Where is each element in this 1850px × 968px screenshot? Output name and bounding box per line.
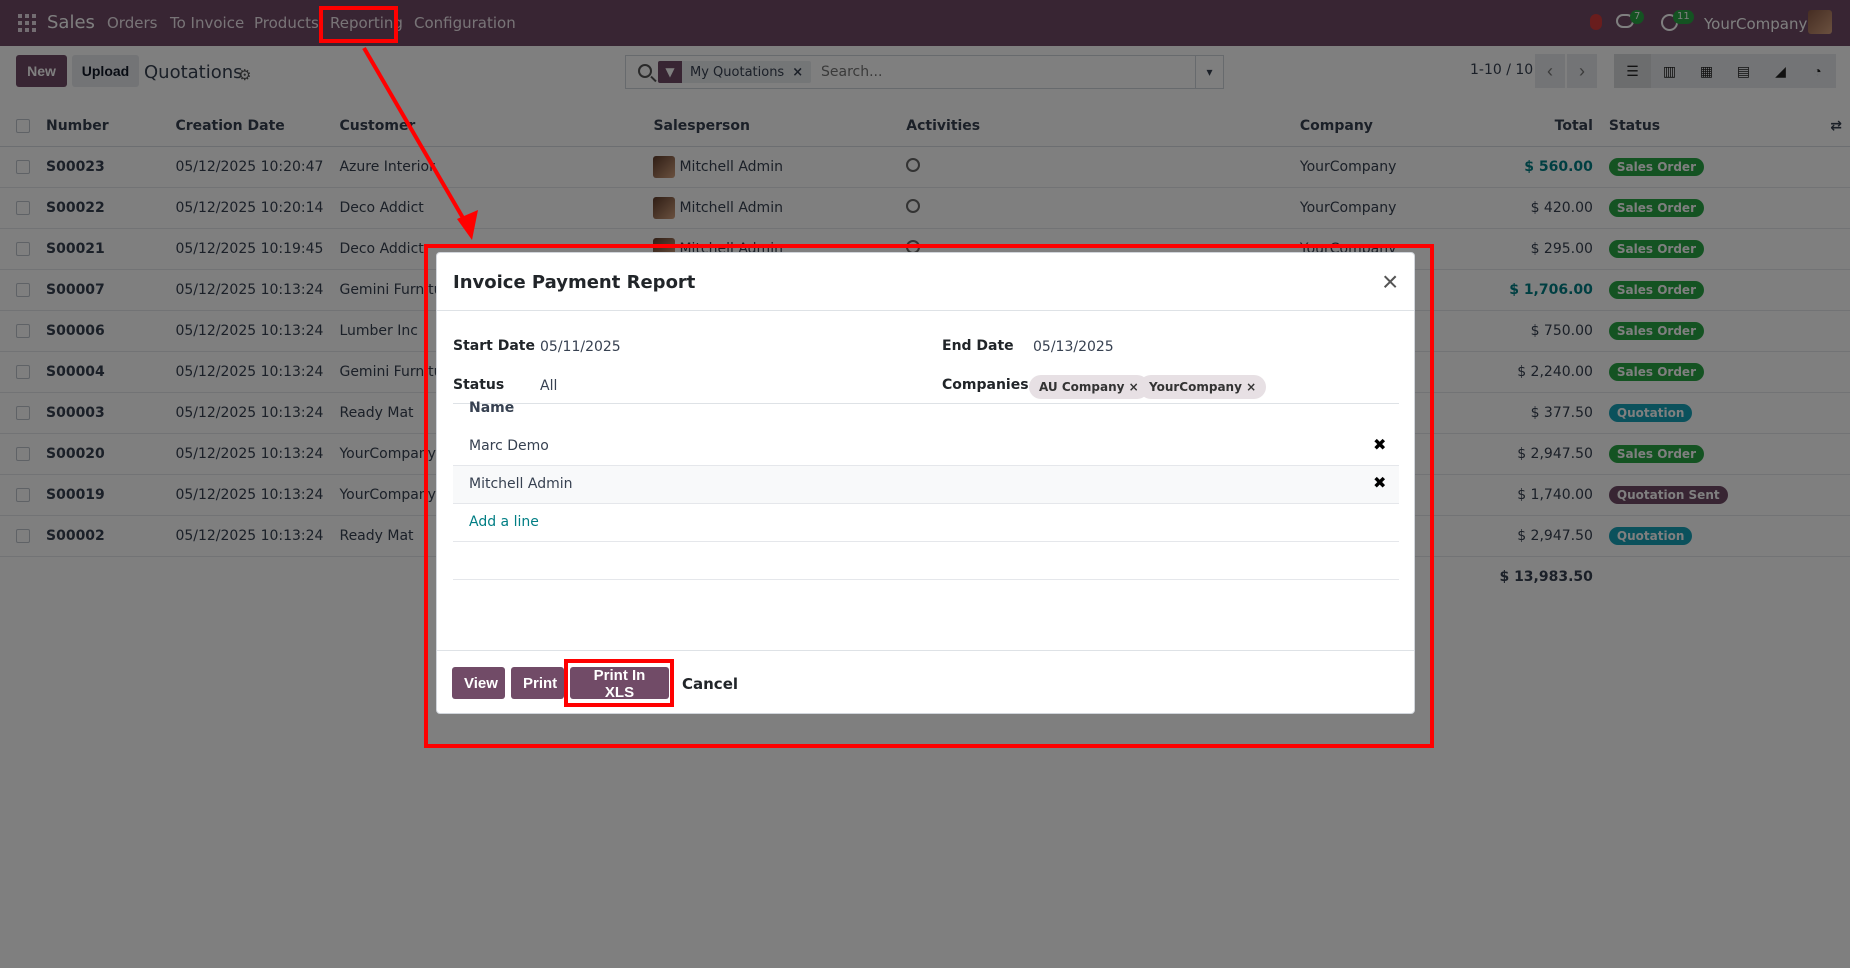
reporting-highlight-box — [319, 6, 398, 43]
xls-highlight-box — [564, 659, 674, 707]
end-date-field[interactable]: 05/13/2025 — [1033, 339, 1114, 355]
start-date-field[interactable]: 05/11/2025 — [540, 339, 621, 355]
empty-line — [453, 542, 1399, 580]
end-date-label: End Date — [942, 338, 1014, 354]
lines-header: Name — [469, 400, 515, 416]
start-date-label: Start Date — [453, 338, 535, 354]
add-line-link[interactable]: Add a line — [453, 504, 1399, 542]
modal-footer: View Print Print In XLS Cancel — [437, 650, 1414, 714]
modal-header: Invoice Payment Report × — [437, 253, 1414, 311]
print-button[interactable]: Print — [511, 667, 564, 699]
close-icon[interactable]: × — [1382, 266, 1398, 298]
view-button[interactable]: View — [452, 667, 505, 699]
modal-title: Invoice Payment Report — [453, 272, 696, 293]
delete-line-icon[interactable]: ✖ — [1373, 473, 1386, 492]
list-item[interactable]: Mitchell Admin ✖ — [453, 466, 1399, 504]
sales-app: Sales Orders To Invoice Products Reporti… — [0, 0, 1850, 968]
invoice-payment-report-modal: Invoice Payment Report × Start Date 05/1… — [436, 252, 1415, 714]
list-item[interactable]: Marc Demo ✖ — [453, 428, 1399, 466]
delete-line-icon[interactable]: ✖ — [1373, 435, 1386, 454]
cancel-button[interactable]: Cancel — [682, 675, 738, 693]
salesperson-lines: Name Marc Demo ✖ Mitchell Admin ✖ Add a li… — [453, 400, 1399, 580]
